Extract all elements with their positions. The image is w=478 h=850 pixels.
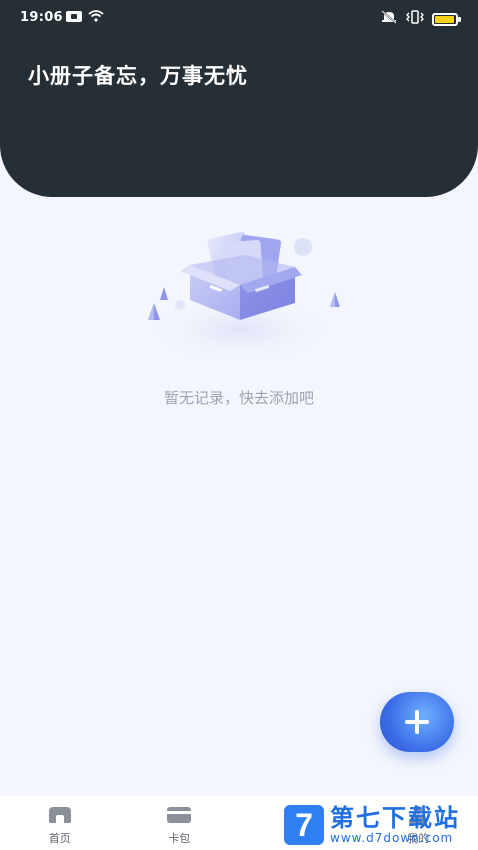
empty-state-message: 暂无记录，快去添加吧 [163,389,314,407]
do-not-disturb-icon [380,10,398,28]
empty-box-illustration [130,225,350,375]
battery-icon [432,12,461,26]
watermark-text: 第七下载站 www.d7down.com [330,805,460,845]
watermark-url: www.d7down.com [330,831,454,845]
tab-label: 首页 [48,832,71,845]
status-bar: 19:06 [0,0,478,36]
home-icon [48,806,72,824]
tab-home[interactable]: 首页 [0,796,120,850]
vibrate-icon [406,10,424,28]
card-icon [167,806,194,824]
watermark-logo: 7 [284,805,324,845]
status-right-icons [380,10,461,28]
wifi-icon [88,10,104,22]
add-record-button[interactable] [380,692,454,752]
tab-cards[interactable]: 卡包 [120,796,240,850]
status-time: 19:06 [20,10,63,25]
watermark: 7 第七下载站 www.d7down.com [280,800,478,850]
message-icon [66,10,82,22]
watermark-title: 第七下载站 [330,804,460,832]
header-banner: 19:06 小册子备忘，万事无忧 [0,0,478,197]
tab-label: 卡包 [168,832,191,845]
status-left-icons [66,10,104,22]
page-title: 小册子备忘，万事无忧 [28,64,248,88]
plus-icon [405,710,429,734]
